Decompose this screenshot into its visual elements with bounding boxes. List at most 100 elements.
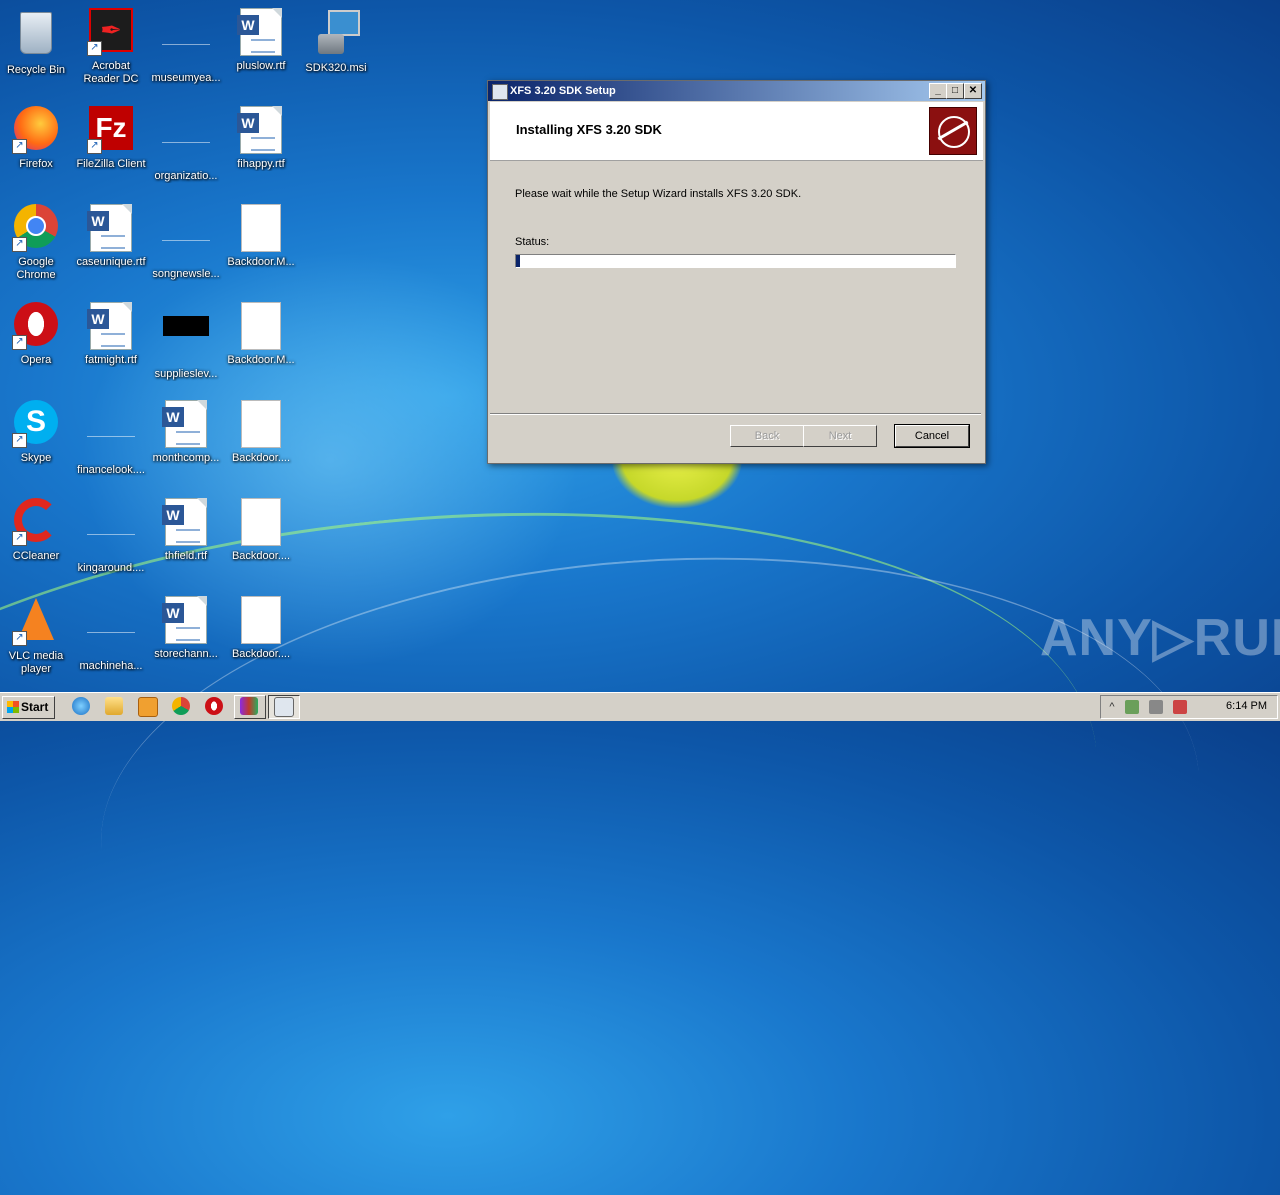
desktop-icon-museumyea[interactable]: museumyea... — [148, 8, 224, 85]
desktop-icon-vlc[interactable]: ↗ VLC media player — [0, 596, 74, 676]
status-label: Status: — [515, 236, 550, 248]
start-label: Start — [21, 700, 49, 714]
shortcut-arrow-icon: ↗ — [12, 433, 27, 448]
desktop-icon-label: Backdoor.... — [231, 452, 291, 464]
desktop-icon-label: museumyea... — [151, 72, 221, 84]
desktop-icon-storechann[interactable]: W storechann... — [148, 596, 224, 661]
desktop-icon-machineha[interactable]: machineha... — [73, 596, 149, 673]
system-tray: ^ 6:14 PM — [1100, 695, 1278, 719]
close-button[interactable]: ✕ — [964, 83, 982, 99]
maximize-button[interactable]: □ — [946, 83, 964, 99]
dialog-titlebar[interactable]: XFS 3.20 SDK Setup _ □ ✕ — [488, 81, 985, 101]
word-document-icon: W — [87, 204, 135, 252]
word-document-icon: W — [162, 400, 210, 448]
desktop-icon-sdk320-msi[interactable]: SDK320.msi — [298, 8, 374, 75]
vlc-cone-icon: ↗ — [12, 598, 60, 646]
desktop-icon-filezilla[interactable]: Fz ↗ FileZilla Client — [73, 106, 149, 171]
word-document-icon: W — [162, 596, 210, 644]
desktop-icon-label: kingaround.... — [77, 562, 145, 574]
shortcut-arrow-icon: ↗ — [12, 531, 27, 546]
word-document-icon: W — [237, 8, 285, 56]
desktop-icon-label: SDK320.msi — [305, 62, 367, 74]
desktop-icon-organizatio[interactable]: organizatio... — [148, 106, 224, 183]
desktop-icon-pluslow[interactable]: W pluslow.rtf — [223, 8, 299, 73]
shortcut-arrow-icon: ↗ — [12, 631, 27, 646]
blank-page-icon — [237, 596, 285, 644]
media-player-icon[interactable] — [138, 697, 158, 717]
back-button[interactable]: Back — [730, 425, 804, 447]
button-separator — [490, 413, 981, 415]
opera-taskbar-icon[interactable] — [205, 697, 223, 715]
show-hidden-icons-button[interactable]: ^ — [1105, 700, 1119, 714]
desktop-icon-recycle-bin[interactable]: Recycle Bin — [0, 8, 74, 77]
desktop-icon-label: CCleaner — [12, 550, 60, 562]
shortcut-arrow-icon: ↗ — [87, 139, 102, 154]
word-document-icon: W — [162, 498, 210, 546]
desktop-icon-backdoor-1[interactable]: Backdoor.M... — [223, 204, 299, 269]
shortcut-arrow-icon: ↗ — [12, 237, 27, 252]
cancel-button[interactable]: Cancel — [894, 424, 970, 448]
desktop-icon-fatmight[interactable]: W fatmight.rtf — [73, 302, 149, 367]
desktop-icon-label: Opera — [20, 354, 52, 366]
action-center-flag-icon[interactable] — [1173, 700, 1187, 714]
desktop-icon-label: monthcomp... — [152, 452, 220, 464]
desktop-icon-ccleaner[interactable]: ↗ CCleaner — [0, 498, 74, 563]
desktop-icon-supplieslev[interactable]: supplieslev... — [148, 302, 224, 381]
clock[interactable]: 6:14 PM — [1226, 700, 1267, 712]
desktop-icon-songnewsle[interactable]: songnewsle... — [148, 204, 224, 281]
desktop-icon-label: Skype — [20, 452, 52, 464]
desktop-icon-backdoor-5[interactable]: Backdoor.... — [223, 596, 299, 661]
desktop-icon-label: Backdoor.... — [231, 550, 291, 562]
windows-logo-icon — [7, 701, 19, 713]
desktop-icon-label: Google Chrome — [16, 256, 56, 281]
desktop-icon-label: Backdoor.M... — [227, 354, 295, 366]
start-button[interactable]: Start — [2, 696, 55, 719]
desktop-icon-fihappy[interactable]: W fihappy.rtf — [223, 106, 299, 171]
file-explorer-icon[interactable] — [105, 697, 123, 715]
internet-explorer-icon[interactable] — [72, 697, 90, 715]
ccleaner-icon: ↗ — [12, 498, 60, 546]
installer-app-icon — [492, 84, 508, 100]
dialog-header: Installing XFS 3.20 SDK — [490, 102, 983, 161]
desktop-icon-label: fatmight.rtf — [85, 354, 137, 366]
desktop-icon-backdoor-2[interactable]: Backdoor.M... — [223, 302, 299, 367]
installer-taskbar-icon — [274, 697, 294, 717]
minimize-button[interactable]: _ — [929, 83, 947, 99]
wallpaper-flower — [612, 458, 742, 508]
network-icon[interactable] — [1125, 700, 1139, 714]
desktop-icon-kingaround[interactable]: kingaround.... — [73, 498, 149, 575]
desktop-icon-label: VLC media player — [8, 650, 64, 675]
desktop-icon-thfield[interactable]: W thfield.rtf — [148, 498, 224, 563]
desktop-icon-monthcomp[interactable]: W monthcomp... — [148, 400, 224, 465]
desktop-icon-label: Acrobat Reader DC — [83, 60, 139, 85]
blank-file-icon — [162, 216, 210, 264]
desktop-icon-label: storechann... — [154, 648, 218, 660]
next-button[interactable]: Next — [803, 425, 877, 447]
taskbar-app-winrar[interactable] — [234, 695, 266, 719]
volume-icon[interactable] — [1149, 700, 1163, 714]
desktop-icon-backdoor-4[interactable]: Backdoor.... — [223, 498, 299, 563]
desktop-icon-caseunique[interactable]: W caseunique.rtf — [73, 204, 149, 269]
blank-file-icon — [162, 118, 210, 166]
desktop-icon-google-chrome[interactable]: ↗ Google Chrome — [0, 204, 74, 282]
desktop-icon-label: machineha... — [79, 660, 143, 672]
chrome-taskbar-icon[interactable] — [172, 697, 190, 715]
blank-file-icon — [87, 608, 135, 656]
msi-installer-icon — [312, 10, 360, 58]
desktop-icon-firefox[interactable]: ↗ Firefox — [0, 106, 74, 171]
taskbar-app-installer[interactable] — [268, 695, 300, 719]
desktop-icon-label: Backdoor.... — [231, 648, 291, 660]
desktop-icon-skype[interactable]: S ↗ Skype — [0, 400, 74, 465]
firefox-icon: ↗ — [12, 106, 60, 154]
desktop-icon-label: caseunique.rtf — [76, 256, 146, 268]
taskbar: Start ^ 6:14 PM — [0, 692, 1280, 721]
desktop-icon-backdoor-3[interactable]: Backdoor.... — [223, 400, 299, 465]
desktop-icon-label: thfield.rtf — [164, 550, 208, 562]
setup-dialog[interactable]: XFS 3.20 SDK Setup _ □ ✕ Installing XFS … — [487, 80, 986, 464]
shortcut-arrow-icon: ↗ — [12, 139, 27, 154]
desktop-icon-acrobat[interactable]: ✒ ↗ Acrobat Reader DC — [73, 8, 149, 86]
header-title: Installing XFS 3.20 SDK — [516, 122, 662, 137]
progress-fill — [516, 255, 521, 267]
desktop-icon-financelook[interactable]: financelook.... — [73, 400, 149, 477]
desktop-icon-opera[interactable]: ↗ Opera — [0, 302, 74, 367]
